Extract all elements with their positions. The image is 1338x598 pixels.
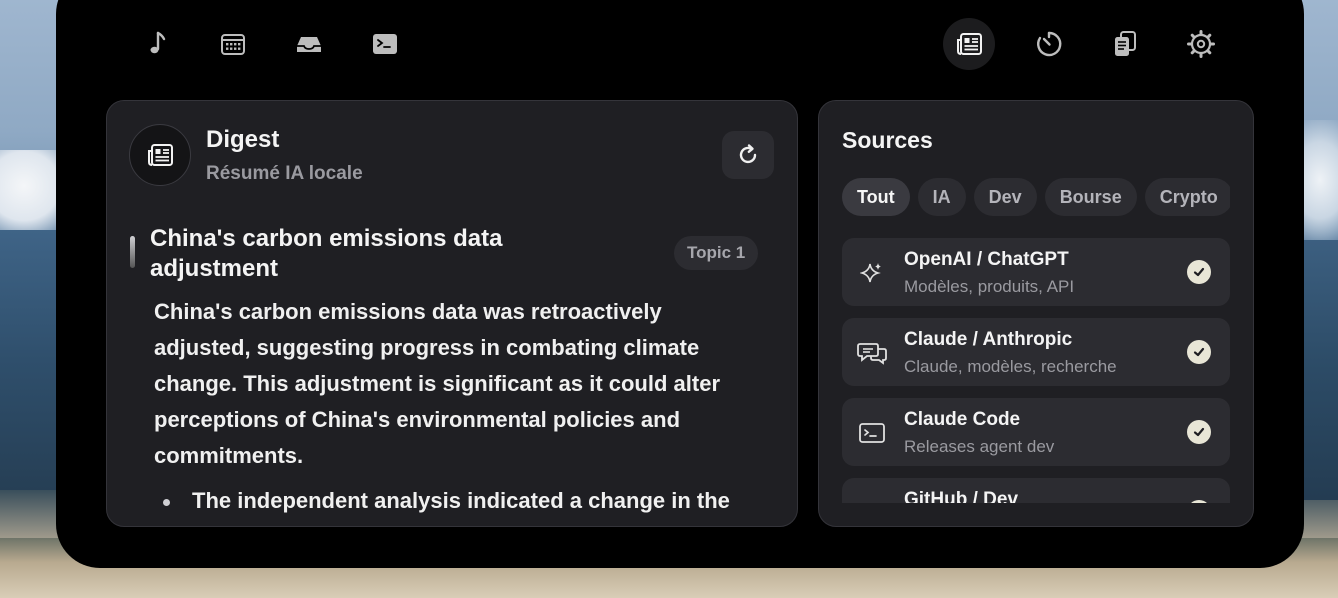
tab-inbox[interactable]: [283, 18, 335, 70]
filter-chip-ia[interactable]: IA: [917, 178, 966, 216]
filter-chip-tout[interactable]: Tout: [842, 178, 910, 216]
tab-music[interactable]: [131, 18, 183, 70]
source-name: GitHub / Dev: [904, 489, 1019, 503]
digest-title: Digest: [206, 126, 280, 153]
source-item[interactable]: OpenAI / ChatGPT Modèles, produits, API: [842, 238, 1230, 306]
checkmark-icon[interactable]: [1187, 420, 1211, 444]
terminal-icon: [857, 418, 887, 448]
tab-settings[interactable]: [1175, 18, 1227, 70]
chat-bubbles-icon: [857, 338, 887, 368]
source-item[interactable]: GitHub / Dev: [842, 478, 1230, 503]
bullet-dot: [163, 499, 170, 506]
gear-icon: [1187, 30, 1215, 58]
bullet-text: The independent analysis indicated a cha…: [192, 488, 730, 513]
sparkles-icon: [857, 498, 887, 503]
sources-card: Sources Tout IA Dev Bourse Crypto OpenAI / C…: [818, 100, 1254, 527]
topic-marker: [130, 236, 135, 268]
tab-digest[interactable]: [943, 18, 995, 70]
source-name: OpenAI / ChatGPT: [904, 249, 1069, 270]
source-filters: Tout IA Dev Bourse Crypto: [842, 178, 1230, 218]
source-desc: Modèles, produits, API: [904, 277, 1075, 296]
filter-chip-bourse[interactable]: Bourse: [1044, 178, 1137, 216]
checkmark-icon[interactable]: [1187, 500, 1211, 503]
filter-chip-crypto[interactable]: Crypto: [1144, 178, 1230, 216]
digest-subtitle: Résumé IA locale: [206, 163, 363, 184]
tab-timer[interactable]: [1023, 18, 1075, 70]
topic-title: China's carbon emissions data adjustment: [150, 225, 503, 282]
tab-clipboard[interactable]: [1099, 18, 1151, 70]
checkmark-icon[interactable]: [1187, 340, 1211, 364]
timer-icon: [1037, 31, 1062, 57]
tab-calendar[interactable]: [207, 18, 259, 70]
digest-avatar: [129, 124, 191, 186]
inbox-icon: [297, 37, 321, 52]
newspaper-icon: [957, 33, 982, 55]
music-icon: [150, 31, 166, 54]
calendar-icon: [221, 34, 245, 55]
refresh-button[interactable]: [722, 131, 774, 179]
refresh-icon: [739, 144, 757, 164]
checkmark-icon[interactable]: [1187, 260, 1211, 284]
terminal-icon: [373, 34, 397, 54]
source-desc: Releases agent dev: [904, 437, 1055, 456]
clipboard-icon: [1115, 31, 1136, 56]
tab-terminal[interactable]: [359, 18, 411, 70]
sparkles-icon: [857, 258, 887, 288]
sources-title: Sources: [842, 127, 933, 153]
topic-badge: Topic 1: [674, 236, 759, 270]
source-item[interactable]: Claude Code Releases agent dev: [842, 398, 1230, 466]
newspaper-icon: [148, 144, 173, 166]
source-list: OpenAI / ChatGPT Modèles, produits, API …: [842, 238, 1230, 503]
source-name: Claude Code: [904, 409, 1021, 430]
source-desc: Claude, modèles, recherche: [904, 357, 1117, 376]
source-item[interactable]: Claude / Anthropic Claude, modèles, rech…: [842, 318, 1230, 386]
source-name: Claude / Anthropic: [904, 329, 1073, 350]
filter-chip-dev[interactable]: Dev: [973, 178, 1037, 216]
digest-card: Digest Résumé IA locale China's carbon e…: [106, 100, 798, 527]
topic-summary: China's carbon emissions data was retroa…: [154, 299, 721, 468]
